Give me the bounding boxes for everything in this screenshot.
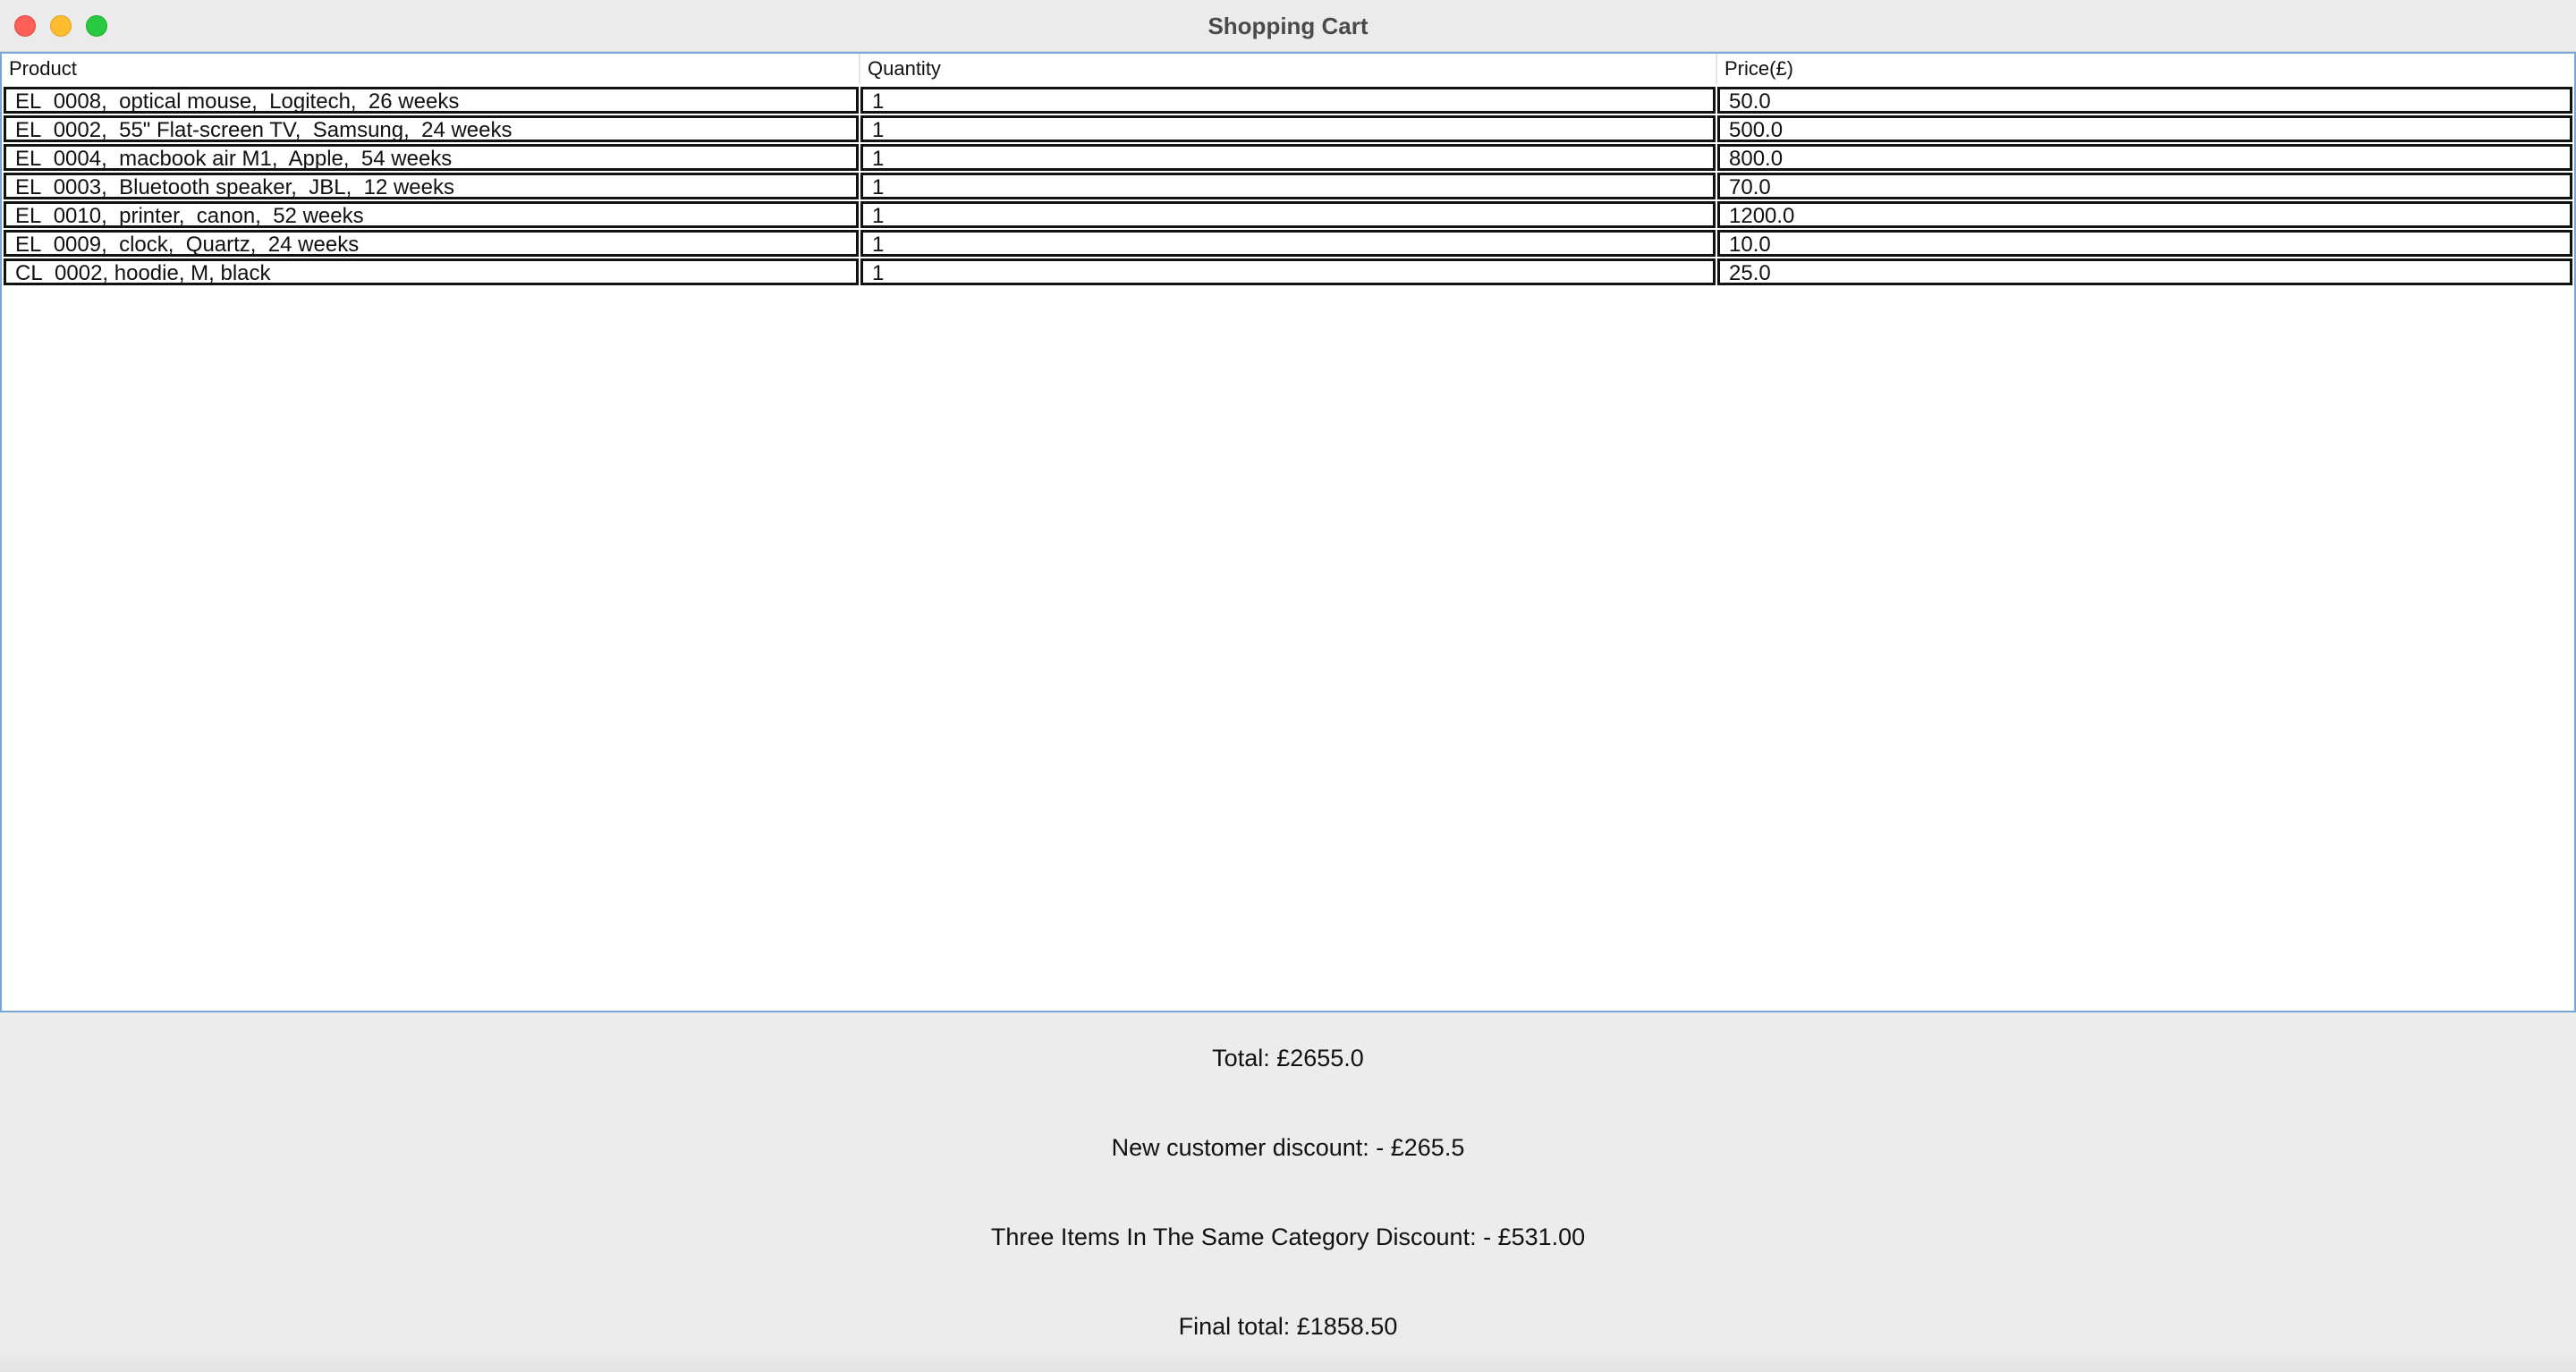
product-cell[interactable]: EL_0002, 55" Flat-screen TV, Samsung, 24… xyxy=(4,115,859,142)
table-row[interactable]: CL_0002, hoodie, M, black 1 25.0 xyxy=(4,258,2572,286)
price-cell[interactable]: 25.0 xyxy=(1717,258,2572,285)
price-cell[interactable]: 10.0 xyxy=(1717,230,2572,257)
quantity-cell[interactable]: 1 xyxy=(860,87,1716,114)
title-bar: Shopping Cart xyxy=(0,0,2576,52)
table-row[interactable]: EL_0003, Bluetooth speaker, JBL, 12 week… xyxy=(4,172,2572,200)
table-row[interactable]: EL_0002, 55" Flat-screen TV, Samsung, 24… xyxy=(4,114,2572,143)
product-cell[interactable]: EL_0004, macbook air M1, Apple, 54 weeks xyxy=(4,144,859,171)
column-header-product[interactable]: Product xyxy=(2,54,859,84)
category-discount-label: Three Items In The Same Category Discoun… xyxy=(990,1224,1586,1250)
cart-table[interactable]: Product Quantity Price(£) EL_0008, optic… xyxy=(0,52,2576,1012)
product-cell[interactable]: EL_0008, optical mouse, Logitech, 26 wee… xyxy=(4,87,859,114)
product-cell[interactable]: EL_0009, clock, Quartz, 24 weeks xyxy=(4,230,859,257)
quantity-cell[interactable]: 1 xyxy=(860,201,1716,228)
product-cell[interactable]: EL_0003, Bluetooth speaker, JBL, 12 week… xyxy=(4,173,859,199)
quantity-cell[interactable]: 1 xyxy=(860,173,1716,199)
quantity-cell[interactable]: 1 xyxy=(860,258,1716,285)
window-title: Shopping Cart xyxy=(1208,13,1368,39)
price-cell[interactable]: 800.0 xyxy=(1717,144,2572,171)
price-cell[interactable]: 500.0 xyxy=(1717,115,2572,142)
column-header-price[interactable]: Price(£) xyxy=(1716,54,2572,84)
table-row[interactable]: EL_0010, printer, canon, 52 weeks 1 1200… xyxy=(4,200,2572,229)
price-cell[interactable]: 50.0 xyxy=(1717,87,2572,114)
price-cell[interactable]: 1200.0 xyxy=(1717,201,2572,228)
column-header-quantity[interactable]: Quantity xyxy=(859,54,1716,84)
new-customer-discount-label: New customer discount: - £265.5 xyxy=(1111,1134,1465,1161)
quantity-cell[interactable]: 1 xyxy=(860,115,1716,142)
price-cell[interactable]: 70.0 xyxy=(1717,173,2572,199)
product-cell[interactable]: CL_0002, hoodie, M, black xyxy=(4,258,859,285)
table-row[interactable]: EL_0004, macbook air M1, Apple, 54 weeks… xyxy=(4,143,2572,172)
window-bottom-edge xyxy=(0,1354,2576,1372)
quantity-cell[interactable]: 1 xyxy=(860,144,1716,171)
table-header: Product Quantity Price(£) xyxy=(2,54,2574,84)
quantity-cell[interactable]: 1 xyxy=(860,230,1716,257)
shopping-cart-window: Shopping Cart Product Quantity Price(£) … xyxy=(0,0,2576,1372)
product-cell[interactable]: EL_0010, printer, canon, 52 weeks xyxy=(4,201,859,228)
table-body: EL_0008, optical mouse, Logitech, 26 wee… xyxy=(4,86,2572,286)
table-row[interactable]: EL_0009, clock, Quartz, 24 weeks 1 10.0 xyxy=(4,229,2572,258)
table-row[interactable]: EL_0008, optical mouse, Logitech, 26 wee… xyxy=(4,86,2572,114)
final-total-label: Final total: £1858.50 xyxy=(1178,1313,1398,1340)
total-label: Total: £2655.0 xyxy=(1212,1045,1364,1071)
